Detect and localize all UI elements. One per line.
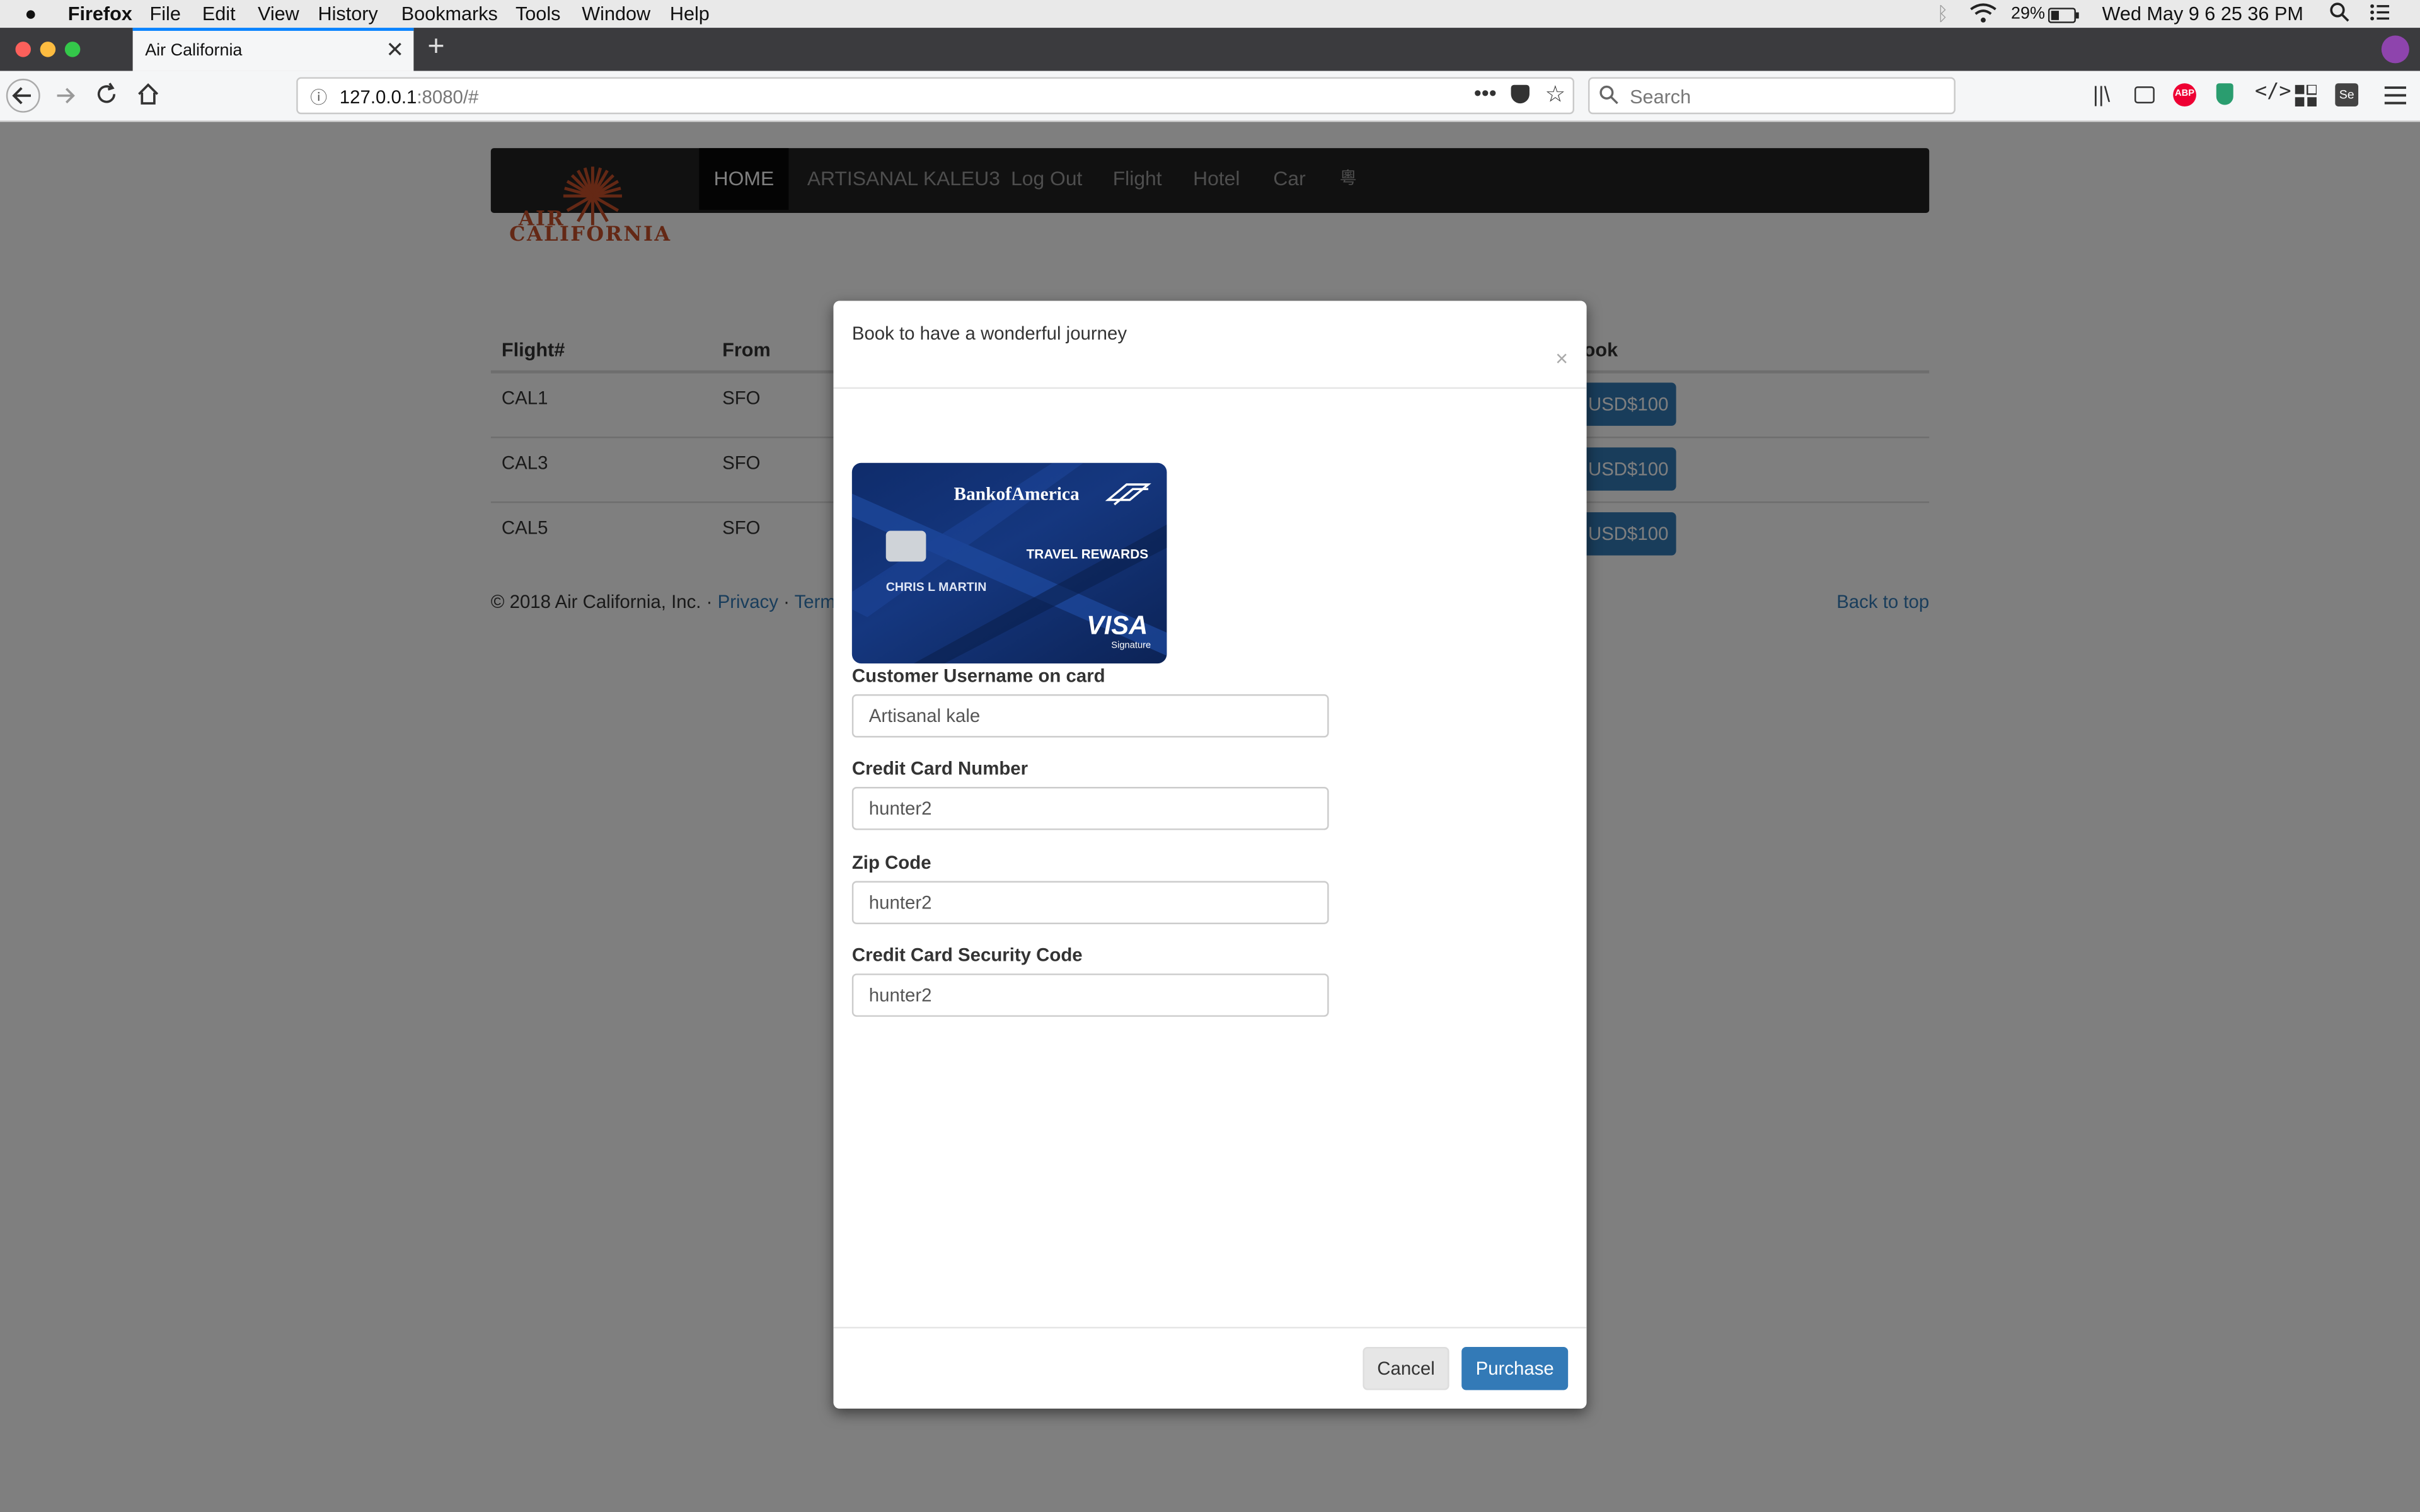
page-actions-icon[interactable]: ••• <box>1474 80 1497 105</box>
card-network-sub: Signature <box>1111 641 1151 651</box>
search-icon <box>1599 85 1619 110</box>
menu-bookmarks[interactable]: Bookmarks <box>401 3 498 25</box>
username-field[interactable] <box>851 694 1329 738</box>
back-button[interactable] <box>6 78 40 113</box>
credit-card-image: BankofAmerica TRAVEL REWARDS CHRIS L MAR… <box>851 462 1167 664</box>
private-mask-icon <box>2381 35 2409 64</box>
security-code-label: Credit Card Security Code <box>851 944 1083 966</box>
url-bar[interactable]: ⓘ 127.0.0.1:8080/# ••• ☆ <box>296 77 1574 115</box>
maximize-window-button[interactable] <box>64 42 81 57</box>
minimize-window-button[interactable] <box>40 42 56 57</box>
menu-window[interactable]: Window <box>582 3 650 25</box>
username-label: Customer Username on card <box>851 665 1105 687</box>
sidebar-icon[interactable] <box>2134 86 2155 104</box>
battery-icon[interactable] <box>2048 6 2079 28</box>
zip-code-field[interactable] <box>851 881 1329 924</box>
menu-view[interactable]: View <box>258 3 299 25</box>
selenium-icon[interactable]: Se <box>2335 83 2359 106</box>
reload-button[interactable] <box>94 82 118 114</box>
devtools-icon[interactable]: </> <box>2255 80 2291 103</box>
home-button[interactable] <box>136 82 161 114</box>
menu-file[interactable]: File <box>150 3 181 25</box>
modal-footer-divider <box>833 1327 1587 1329</box>
bookmark-star-icon[interactable]: ☆ <box>1545 80 1565 108</box>
search-placeholder: Search <box>1630 86 1691 108</box>
menu-tools[interactable]: Tools <box>516 3 560 25</box>
notification-center-icon[interactable] <box>2369 1 2390 28</box>
spotlight-icon[interactable] <box>2329 1 2351 28</box>
bank-name: BankofAmerica <box>954 483 1080 505</box>
card-holder: CHRIS L MARTIN <box>885 580 987 594</box>
purchase-button[interactable]: Purchase <box>1461 1346 1569 1390</box>
security-code-field[interactable] <box>851 973 1329 1017</box>
adblock-icon[interactable]: ABP <box>2173 83 2196 106</box>
shield-extension-icon[interactable] <box>2216 83 2233 105</box>
forward-button[interactable] <box>52 82 80 117</box>
booking-modal: Book to have a wonderful journey × Banko… <box>833 301 1587 1409</box>
card-number-field[interactable] <box>851 786 1329 830</box>
tab-air-california[interactable]: Air California ✕ <box>132 28 414 71</box>
menu-edit[interactable]: Edit <box>202 3 236 25</box>
tab-title: Air California <box>145 42 243 60</box>
site-info-icon[interactable]: ⓘ <box>310 85 327 110</box>
url-path: :8080/# <box>417 86 479 108</box>
bank-flag-icon <box>1105 483 1151 506</box>
nav-toolbar: ⓘ 127.0.0.1:8080/# ••• ☆ Search ||\ ABP … <box>0 71 2420 122</box>
bluetooth-icon[interactable]: ᛒ <box>1937 3 1948 25</box>
app-menu-firefox[interactable]: Firefox <box>68 3 132 25</box>
new-tab-icon[interactable]: + <box>427 31 444 65</box>
wifi-icon[interactable] <box>1969 3 1997 28</box>
modal-title: Book to have a wonderful journey <box>851 322 1127 345</box>
zip-code-label: Zip Code <box>851 851 931 874</box>
close-window-button[interactable] <box>15 42 31 57</box>
clock[interactable]: Wed May 9 6 25 36 PM <box>2102 3 2303 25</box>
extension-grid-icon[interactable] <box>2295 84 2318 115</box>
apple-icon[interactable]: ● <box>25 1 37 25</box>
search-bar[interactable]: Search <box>1588 77 1956 115</box>
close-icon[interactable]: × <box>1555 346 1568 370</box>
card-product: TRAVEL REWARDS <box>1026 546 1149 562</box>
library-icon[interactable]: ||\ <box>2093 82 2110 106</box>
url-host: 127.0.0.1 <box>339 86 417 108</box>
cancel-button[interactable]: Cancel <box>1363 1346 1449 1390</box>
tab-close-icon[interactable]: ✕ <box>386 37 404 64</box>
url-text: 127.0.0.1:8080/# <box>340 86 479 108</box>
modal-header-divider <box>833 387 1587 389</box>
mac-menubar: ● Firefox File Edit View History Bookmar… <box>0 0 2420 28</box>
card-chip-icon <box>885 530 926 562</box>
hamburger-menu-icon[interactable] <box>2384 85 2406 113</box>
card-network: VISA <box>1086 610 1148 641</box>
card-number-label: Credit Card Number <box>851 757 1028 779</box>
tab-strip: Air California ✕ + <box>0 28 2420 71</box>
menu-help[interactable]: Help <box>670 3 710 25</box>
pocket-icon[interactable] <box>1511 84 1530 104</box>
menu-history[interactable]: History <box>318 3 377 25</box>
battery-percent[interactable]: 29% <box>2011 4 2045 23</box>
